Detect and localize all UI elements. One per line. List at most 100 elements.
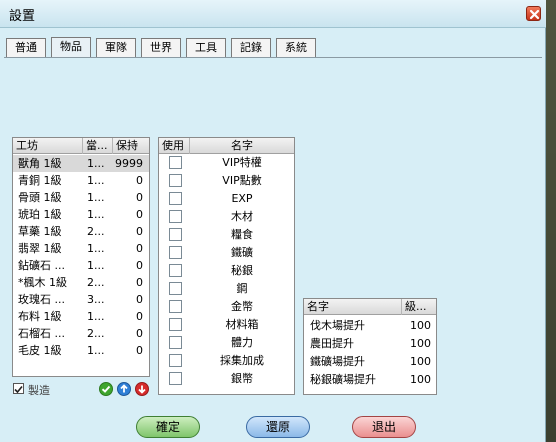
- table-row[interactable]: 毛皮 1級 1... 0: [13, 342, 149, 359]
- cell-name: 金幣: [231, 300, 253, 313]
- cell-name: 秘銀: [231, 264, 253, 277]
- cell-name: 草藥 1級: [18, 225, 62, 238]
- cell-level: 100: [410, 373, 431, 386]
- use-checkbox[interactable]: [169, 372, 182, 385]
- cell-keep: 0: [136, 174, 143, 187]
- confirm-item-button[interactable]: [99, 382, 113, 396]
- cell-keep: 0: [136, 208, 143, 221]
- cell-name: 糧食: [231, 228, 253, 241]
- cell-col2: 1...: [87, 191, 105, 204]
- cell-keep: 0: [136, 327, 143, 340]
- use-checkbox[interactable]: [169, 174, 182, 187]
- tab-general[interactable]: 普通: [6, 38, 46, 57]
- confirm-button[interactable]: 確定: [136, 416, 200, 438]
- table-row[interactable]: 農田提升 100: [304, 335, 436, 352]
- use-checkbox[interactable]: [169, 156, 182, 169]
- cell-name: 骨頭 1級: [18, 191, 62, 204]
- use-checkbox[interactable]: [169, 354, 182, 367]
- table-row[interactable]: 石榴石 ... 2... 0: [13, 325, 149, 342]
- cell-name: 農田提升: [310, 337, 354, 350]
- cell-name: 木材: [231, 210, 253, 223]
- cell-col2: 1...: [87, 174, 105, 187]
- tab-system[interactable]: 系統: [276, 38, 316, 57]
- cell-col2: 1...: [87, 259, 105, 272]
- cell-name: 青銅 1級: [18, 174, 62, 187]
- table-row[interactable]: 骨頭 1級 1... 0: [13, 189, 149, 206]
- cell-name: 獸角 1級: [18, 157, 62, 170]
- col-use[interactable]: 使用: [159, 138, 190, 154]
- tab-tools[interactable]: 工具: [186, 38, 226, 57]
- cell-name: VIP點數: [222, 174, 262, 187]
- cell-keep: 0: [136, 276, 143, 289]
- use-checkbox[interactable]: [169, 192, 182, 205]
- list-item: 糧食: [159, 226, 294, 244]
- list-item: 鐵礦: [159, 244, 294, 262]
- upgrade-table[interactable]: 名字 級... 伐木場提升 100 農田提升 100 鐵礦場提升 100 秘銀礦場提升 100: [303, 298, 437, 395]
- cell-name: VIP特權: [222, 156, 262, 169]
- cell-name: 翡翠 1級: [18, 242, 62, 255]
- produce-label: 製造: [28, 384, 50, 397]
- use-checkbox[interactable]: [169, 318, 182, 331]
- produce-checkbox[interactable]: [13, 383, 24, 394]
- cell-level: 100: [410, 355, 431, 368]
- cell-name: 鉆礦石 ...: [18, 259, 65, 272]
- tab-log[interactable]: 記錄: [231, 38, 271, 57]
- move-down-button[interactable]: [135, 382, 149, 396]
- table-row[interactable]: 秘銀礦場提升 100: [304, 371, 436, 388]
- cell-name: 毛皮 1級: [18, 344, 62, 357]
- cell-name: 鐵礦場提升: [310, 355, 365, 368]
- table-row[interactable]: 伐木場提升 100: [304, 317, 436, 334]
- close-icon: [529, 9, 540, 20]
- use-checkbox[interactable]: [169, 300, 182, 313]
- items-table[interactable]: 工坊 當... 保持 獸角 1級 1... 9999 青銅 1級 1... 0 骨頭 1級 1…: [12, 137, 150, 377]
- upgrade-table-header: 名字 級...: [304, 299, 436, 315]
- col-current[interactable]: 當...: [83, 138, 113, 154]
- use-table-header: 使用 名字: [159, 138, 294, 154]
- use-table[interactable]: 使用 名字 VIP特權 VIP點數 EXP 木材 糧食 鐵礦 秘銀鋼金幣 材料箱 體力 採集加成銀…: [158, 137, 295, 395]
- restore-button[interactable]: 還原: [246, 416, 310, 438]
- use-checkbox[interactable]: [169, 228, 182, 241]
- col-upgrade-name[interactable]: 名字: [304, 299, 402, 315]
- table-row[interactable]: 翡翠 1級 1... 0: [13, 240, 149, 257]
- move-up-button[interactable]: [117, 382, 131, 396]
- cell-col2: 1...: [87, 310, 105, 323]
- table-row[interactable]: 草藥 1級 2... 0: [13, 223, 149, 240]
- table-row[interactable]: 鉆礦石 ... 1... 0: [13, 257, 149, 274]
- table-row[interactable]: 玫瑰石 ... 3... 0: [13, 291, 149, 308]
- use-checkbox[interactable]: [169, 336, 182, 349]
- table-row[interactable]: 布料 1級 1... 0: [13, 308, 149, 325]
- col-name[interactable]: 名字: [190, 138, 294, 154]
- cell-name: 材料箱: [225, 318, 259, 331]
- col-workshop[interactable]: 工坊: [13, 138, 83, 154]
- use-checkbox[interactable]: [169, 210, 182, 223]
- arrow-down-icon: [138, 385, 146, 394]
- col-keep[interactable]: 保持: [113, 138, 149, 154]
- tab-items[interactable]: 物品: [51, 37, 91, 58]
- cell-name: 體力: [231, 336, 253, 349]
- cell-name: 石榴石 ...: [18, 327, 65, 340]
- cell-col2: 2...: [87, 225, 105, 238]
- cell-name: 採集加成: [220, 354, 264, 367]
- tab-army[interactable]: 軍隊: [96, 38, 136, 57]
- title-bar[interactable]: 設置: [0, 0, 546, 28]
- cell-keep: 0: [136, 344, 143, 357]
- list-item: 鋼: [159, 280, 294, 298]
- table-row[interactable]: 琥珀 1級 1... 0: [13, 206, 149, 223]
- list-item: 木材: [159, 208, 294, 226]
- table-row[interactable]: 鐵礦場提升 100: [304, 353, 436, 370]
- tab-world[interactable]: 世界: [141, 38, 181, 57]
- use-checkbox[interactable]: [169, 282, 182, 295]
- table-row[interactable]: *楓木 1級 2... 0: [13, 274, 149, 291]
- close-button[interactable]: [526, 6, 541, 21]
- list-item: VIP特權: [159, 154, 294, 172]
- table-row[interactable]: 青銅 1級 1... 0: [13, 172, 149, 189]
- use-checkbox[interactable]: [169, 264, 182, 277]
- items-table-header: 工坊 當... 保持: [13, 138, 149, 154]
- use-checkbox[interactable]: [169, 246, 182, 259]
- col-level[interactable]: 級...: [402, 299, 436, 315]
- cell-name: *楓木 1級: [18, 276, 67, 289]
- table-row[interactable]: 獸角 1級 1... 9999: [13, 155, 149, 172]
- exit-button[interactable]: 退出: [352, 416, 416, 438]
- list-item: 銀幣: [159, 370, 294, 388]
- cell-name: 鐵礦: [231, 246, 253, 259]
